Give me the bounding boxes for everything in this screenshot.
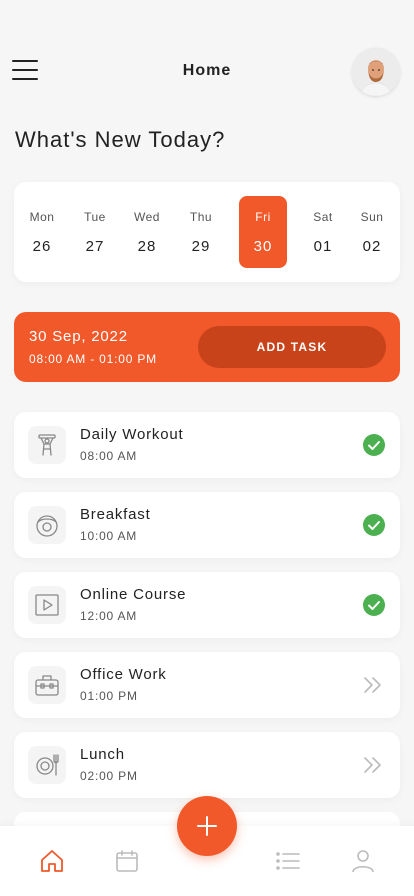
avatar-image [352, 48, 400, 96]
day-fri-selected[interactable]: Fri 30 [239, 196, 287, 268]
day-number: 30 [253, 238, 273, 255]
add-task-button[interactable]: ADD TASK [198, 326, 386, 368]
day-tue[interactable]: Tue 27 [71, 196, 119, 268]
task-time: 02:00 PM [80, 769, 138, 783]
task-card-breakfast[interactable]: Breakfast 10:00 AM [14, 492, 400, 558]
day-number: 29 [191, 238, 211, 255]
banner-time-range: 08:00 AM - 01:00 PM [29, 352, 157, 366]
day-name: Wed [134, 210, 160, 224]
task-name: Daily Workout [80, 426, 184, 443]
day-number: 26 [32, 238, 52, 255]
double-chevron-right-icon[interactable] [362, 674, 384, 696]
workout-icon [28, 426, 66, 464]
task-name: Office Work [80, 666, 167, 683]
task-card-daily-workout[interactable]: Daily Workout 08:00 AM [14, 412, 400, 478]
day-thu[interactable]: Thu 29 [177, 196, 225, 268]
day-name: Tue [84, 210, 106, 224]
list-icon[interactable] [275, 848, 301, 874]
avatar[interactable] [352, 48, 400, 96]
day-wed[interactable]: Wed 28 [123, 196, 171, 268]
day-number: 28 [137, 238, 157, 255]
day-name: Fri [255, 210, 271, 224]
day-name: Sun [360, 210, 384, 224]
add-icon[interactable] [177, 796, 237, 856]
task-card-lunch[interactable]: Lunch 02:00 PM [14, 732, 400, 798]
profile-icon[interactable] [350, 848, 376, 874]
day-sat[interactable]: Sat 01 [299, 196, 347, 268]
task-card-office-work[interactable]: Office Work 01:00 PM [14, 652, 400, 718]
day-sun[interactable]: Sun 02 [348, 196, 396, 268]
plate-cutlery-icon [28, 746, 66, 784]
day-name: Sat [313, 210, 333, 224]
day-number: 02 [362, 238, 382, 255]
task-name: Breakfast [80, 506, 151, 523]
task-time: 10:00 AM [80, 529, 138, 543]
date-banner: 30 Sep, 2022 08:00 AM - 01:00 PM ADD TAS… [14, 312, 400, 382]
top-bar: Home [0, 44, 414, 100]
day-mon[interactable]: Mon 26 [18, 196, 66, 268]
briefcase-icon [28, 666, 66, 704]
calendar-icon[interactable] [114, 848, 140, 874]
double-chevron-right-icon[interactable] [362, 754, 384, 776]
day-number: 27 [85, 238, 105, 255]
task-name: Online Course [80, 586, 187, 603]
day-name: Thu [189, 210, 213, 224]
task-time: 01:00 PM [80, 689, 138, 703]
banner-date: 30 Sep, 2022 [29, 328, 128, 345]
week-selector: Mon 26 Tue 27 Wed 28 Thu 29 Fri 30 Sat 0… [14, 182, 400, 282]
breakfast-icon [28, 506, 66, 544]
home-icon[interactable] [39, 848, 65, 874]
video-play-icon [28, 586, 66, 624]
task-time: 12:00 AM [80, 609, 138, 623]
task-name: Lunch [80, 746, 125, 763]
day-number: 01 [313, 238, 333, 255]
headline: What's New Today? [15, 127, 226, 152]
check-icon[interactable] [363, 514, 385, 536]
task-time: 08:00 AM [80, 449, 138, 463]
check-icon[interactable] [363, 434, 385, 456]
task-card-online-course[interactable]: Online Course 12:00 AM [14, 572, 400, 638]
day-name: Mon [29, 210, 55, 224]
check-icon[interactable] [363, 594, 385, 616]
